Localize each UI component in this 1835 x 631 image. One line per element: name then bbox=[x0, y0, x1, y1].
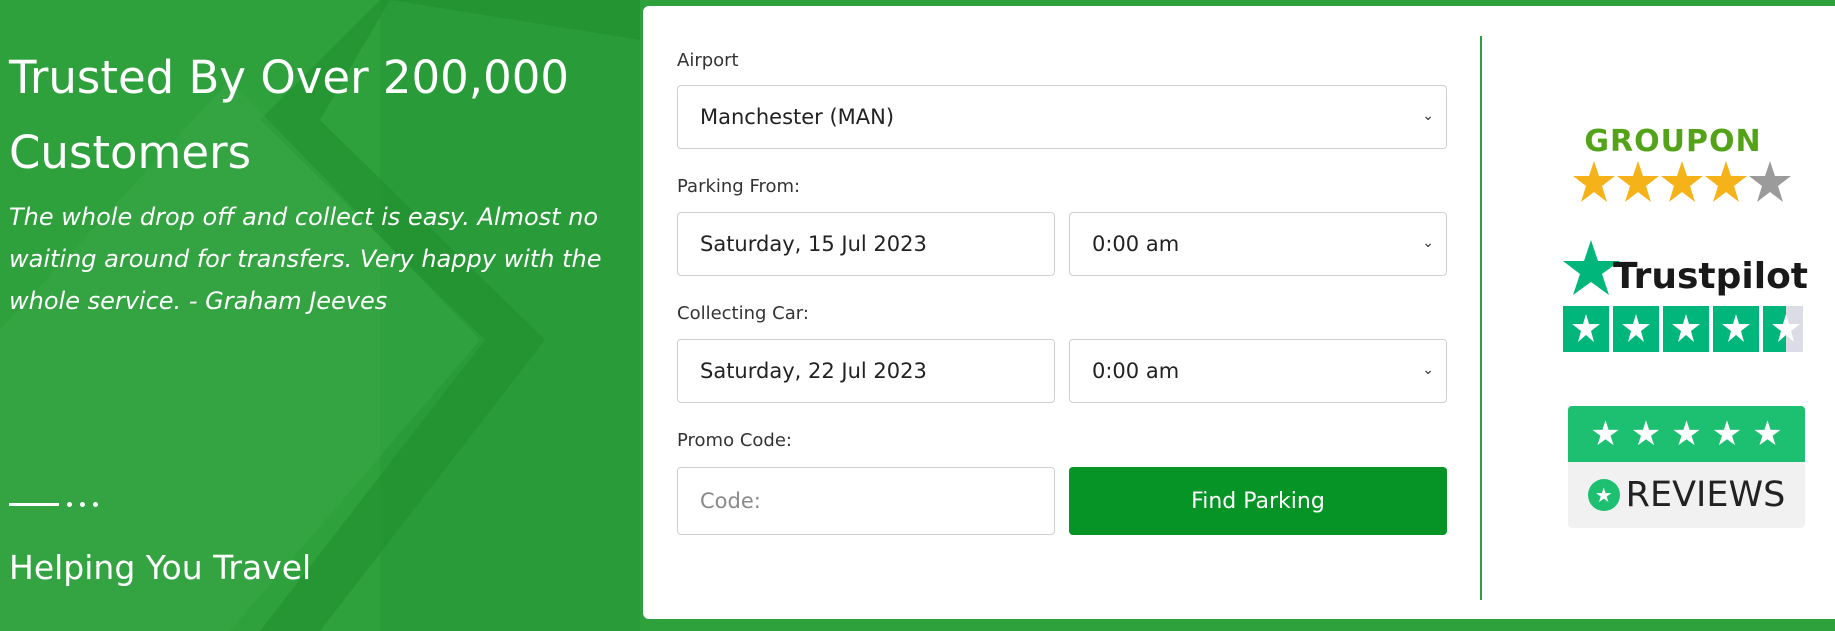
reviews-rating-badge[interactable]: ★ ★ ★ ★ ★ ★ REVIEWS bbox=[1568, 406, 1805, 528]
star-icon: ★ bbox=[1590, 414, 1621, 454]
parking-from-date-value: Saturday, 15 Jul 2023 bbox=[700, 232, 927, 256]
carousel-dot[interactable] bbox=[93, 502, 98, 507]
reviews-badge-icon: ★ bbox=[1587, 479, 1620, 511]
groupon-stars bbox=[1573, 161, 1791, 202]
promo-label: Promo Code: bbox=[677, 430, 792, 451]
star-icon: ★ bbox=[1752, 414, 1783, 454]
hero-section: Trusted By Over 200,000 Customers The wh… bbox=[0, 0, 1835, 631]
groupon-rating-badge[interactable]: GROUPON bbox=[1553, 124, 1793, 209]
chevron-down-icon: ⌄ bbox=[1422, 108, 1434, 124]
airport-select[interactable]: Manchester (MAN) ⌄ bbox=[677, 85, 1447, 149]
groupon-logo: GROUPON bbox=[1584, 124, 1762, 159]
star-icon: ★ bbox=[1630, 414, 1662, 454]
carousel-indicator[interactable] bbox=[9, 502, 98, 507]
testimonial-quote: The whole drop off and collect is easy. … bbox=[9, 203, 602, 315]
collecting-date-value: Saturday, 22 Jul 2023 bbox=[700, 359, 927, 383]
chevron-down-icon: ⌄ bbox=[1422, 362, 1434, 378]
tagline: Helping You Travel bbox=[9, 548, 312, 587]
collecting-time-select[interactable]: 0:00 am ⌄ bbox=[1069, 339, 1447, 403]
reviews-wordmark: REVIEWS bbox=[1625, 475, 1786, 515]
carousel-dot[interactable] bbox=[67, 502, 72, 507]
hero-title: Trusted By Over 200,000 Customers bbox=[9, 51, 569, 179]
collecting-date-input[interactable]: Saturday, 22 Jul 2023 bbox=[677, 339, 1055, 403]
parking-from-label: Parking From: bbox=[677, 176, 801, 197]
promo-placeholder: Code: bbox=[700, 489, 761, 513]
booking-card: Airport Manchester (MAN) ⌄ Parking From:… bbox=[643, 6, 1835, 619]
parking-from-time-value: 0:00 am bbox=[1092, 232, 1180, 256]
chevron-down-icon: ⌄ bbox=[1422, 235, 1434, 251]
trustpilot-stars bbox=[1563, 306, 1803, 352]
star-icon: ★ bbox=[1711, 414, 1743, 454]
reviews-logo: ★ REVIEWS bbox=[1568, 462, 1805, 528]
carousel-dash bbox=[9, 503, 59, 506]
star-icon bbox=[1749, 161, 1791, 202]
star-icon bbox=[1617, 161, 1659, 202]
collecting-time-value: 0:00 am bbox=[1092, 359, 1180, 383]
collecting-label: Collecting Car: bbox=[677, 303, 809, 324]
parking-from-time-select[interactable]: 0:00 am ⌄ bbox=[1069, 212, 1447, 276]
reviews-stars: ★ ★ ★ ★ ★ bbox=[1568, 406, 1805, 462]
airport-value: Manchester (MAN) bbox=[700, 105, 895, 129]
star-icon bbox=[1573, 161, 1615, 202]
vertical-divider bbox=[1480, 36, 1482, 600]
carousel-dot[interactable] bbox=[80, 502, 85, 507]
star-icon bbox=[1705, 161, 1747, 202]
parking-from-date-input[interactable]: Saturday, 15 Jul 2023 bbox=[677, 212, 1055, 276]
airport-label: Airport bbox=[677, 50, 739, 71]
find-parking-button[interactable]: Find Parking bbox=[1069, 467, 1447, 535]
star-icon bbox=[1661, 161, 1703, 202]
star-icon: ★ bbox=[1671, 414, 1702, 454]
trustpilot-logo: Trustpilot bbox=[1613, 256, 1809, 297]
promo-code-input[interactable]: Code: bbox=[677, 467, 1055, 535]
hero-text: Trusted By Over 200,000 Customers The wh… bbox=[9, 40, 609, 322]
